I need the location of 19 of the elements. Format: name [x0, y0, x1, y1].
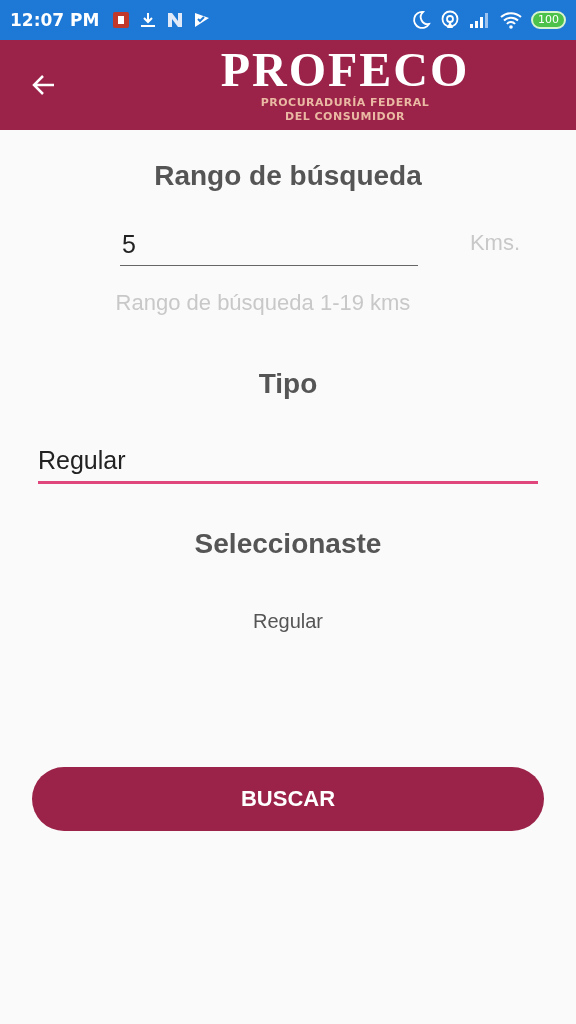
battery-indicator: 100	[531, 11, 566, 29]
selected-value: Regular	[252, 610, 323, 633]
moon-icon	[411, 10, 431, 30]
app-notification-icon	[112, 11, 131, 29]
status-time: 12:07 PM	[10, 10, 100, 30]
search-button[interactable]: BUSCAR	[32, 767, 544, 831]
section-heading: Seleccionaste	[194, 528, 382, 560]
signal-icon	[469, 11, 491, 29]
hotspot-icon	[440, 10, 460, 30]
range-input-field[interactable]: 5	[119, 230, 418, 266]
section-heading: Rango de búsqueda	[154, 160, 422, 192]
section-heading: Tipo	[258, 368, 318, 400]
wifi-icon	[500, 11, 522, 29]
logo-subtitle: DEL CONSUMIDOR	[285, 110, 405, 124]
logo-subtitle: PROCURADURÍA FEDERAL	[260, 96, 430, 110]
download-icon	[139, 11, 158, 29]
n-logo-icon	[166, 11, 185, 29]
logo-title: PROFECO	[220, 44, 470, 96]
type-dropdown-field[interactable]: Regular	[38, 446, 538, 484]
